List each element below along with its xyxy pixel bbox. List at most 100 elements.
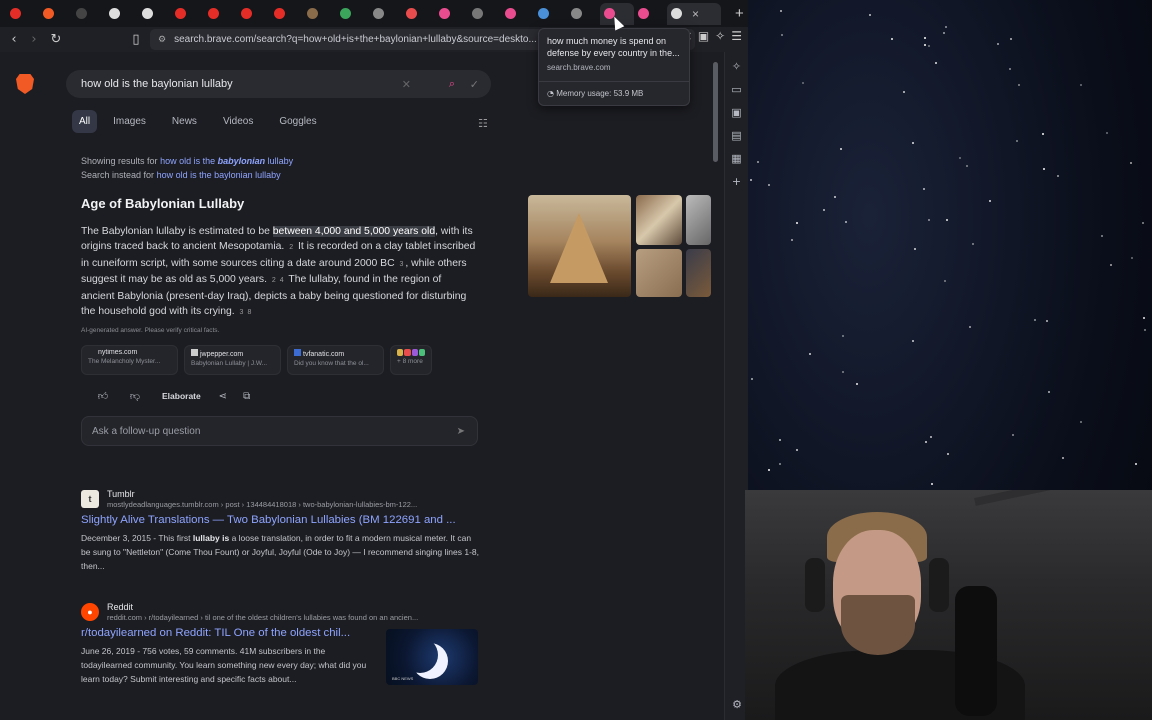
- instead-prefix: Search instead for: [81, 170, 155, 180]
- citation[interactable]: 2: [270, 277, 278, 284]
- corrected-query-link[interactable]: how old is the babylonian lullaby: [160, 156, 293, 166]
- image-result[interactable]: [636, 249, 682, 297]
- citation[interactable]: 8: [245, 309, 253, 316]
- brave-icon: [406, 8, 417, 19]
- source-card[interactable]: nytimes.com The Melancholy Myster...: [81, 345, 178, 375]
- star: [1009, 68, 1011, 70]
- leo-icon[interactable]: ✧: [715, 29, 725, 43]
- new-tab-icon[interactable]: +: [735, 5, 744, 22]
- bookmark-icon[interactable]: ▯: [126, 30, 146, 50]
- browser-tab[interactable]: [270, 3, 303, 25]
- tab-images[interactable]: Images: [103, 110, 156, 133]
- browser-tab[interactable]: [39, 3, 72, 25]
- back-icon[interactable]: ‹: [4, 30, 24, 50]
- add-panel-icon[interactable]: +: [730, 173, 744, 189]
- browser-tab[interactable]: [105, 3, 138, 25]
- wallet-icon[interactable]: ▣: [730, 104, 744, 120]
- bookmarks-icon[interactable]: ▤: [730, 127, 744, 143]
- maps-icon: [340, 8, 351, 19]
- browser-tab[interactable]: [204, 3, 237, 25]
- browser-tab[interactable]: [634, 3, 667, 25]
- brave-search-icon: [505, 8, 516, 19]
- tab-all[interactable]: All: [72, 110, 98, 133]
- browser-tab[interactable]: ×: [667, 2, 721, 25]
- elaborate-button[interactable]: Elaborate: [156, 388, 207, 404]
- check-icon[interactable]: ✓: [470, 78, 479, 91]
- reload-icon[interactable]: ↻: [46, 30, 66, 50]
- filter-settings-icon[interactable]: ☷: [478, 117, 488, 130]
- tab-videos[interactable]: Videos: [213, 110, 263, 133]
- source-card[interactable]: jwpepper.com Babylonian Lullaby | J.W...: [184, 345, 281, 375]
- wallet-icon[interactable]: ▣: [698, 29, 709, 43]
- browser-tab[interactable]: [369, 3, 402, 25]
- menu-icon[interactable]: ☰: [731, 29, 742, 43]
- close-tab-icon[interactable]: ×: [692, 7, 699, 21]
- more-sources-button[interactable]: + 8 more: [390, 345, 432, 375]
- browser-tab[interactable]: [402, 3, 435, 25]
- star: [768, 184, 770, 186]
- history-icon[interactable]: ▦: [730, 150, 744, 166]
- result-thumbnail[interactable]: BBC NEWS: [386, 629, 478, 685]
- browser-tab[interactable]: [303, 3, 336, 25]
- browser-tab[interactable]: [435, 3, 468, 25]
- citation[interactable]: 2: [287, 244, 295, 251]
- star: [930, 436, 932, 438]
- browser-tab[interactable]: [72, 3, 105, 25]
- result-url[interactable]: mostlydeadlanguages.tumblr.com › post › …: [107, 500, 477, 509]
- star: [842, 335, 844, 337]
- copy-icon[interactable]: ⧉: [239, 391, 255, 402]
- result-title[interactable]: Slightly Alive Translations — Two Babylo…: [81, 514, 481, 526]
- settings-gear-icon[interactable]: ⚙: [730, 696, 744, 712]
- scroll-thumb[interactable]: [713, 62, 718, 162]
- browser-tab[interactable]: [468, 3, 501, 25]
- brave-logo-icon[interactable]: [16, 74, 34, 94]
- forward-icon[interactable]: ›: [24, 30, 44, 50]
- browser-tab[interactable]: [534, 3, 567, 25]
- result-url[interactable]: reddit.com › r/todayilearned › til one o…: [107, 613, 477, 622]
- browser-tab[interactable]: [237, 3, 270, 25]
- result-title[interactable]: r/todayilearned on Reddit: TIL One of th…: [81, 627, 371, 639]
- reddit-icon: ●: [81, 603, 99, 621]
- browser-tab[interactable]: [567, 3, 600, 25]
- filter-tabs: All Images News Videos Goggles: [72, 110, 333, 133]
- original-query-link[interactable]: how old is the baylonian lullaby: [157, 170, 281, 180]
- star: [946, 219, 948, 221]
- star: [1012, 434, 1014, 436]
- tab-news[interactable]: News: [162, 110, 207, 133]
- clear-icon[interactable]: ✕: [402, 78, 411, 91]
- image-result[interactable]: [636, 195, 682, 245]
- search-icon[interactable]: ⌕: [449, 77, 455, 91]
- source-card[interactable]: tvfanatic.com Did you know that the ol..…: [287, 345, 384, 375]
- image-result[interactable]: [528, 195, 631, 297]
- leo-ai-icon[interactable]: ✧: [730, 58, 744, 74]
- hover-card-site: search.brave.com: [547, 63, 611, 72]
- browser-tab[interactable]: [336, 3, 369, 25]
- star: [903, 91, 905, 93]
- star: [842, 371, 844, 373]
- thumbs-down-icon[interactable]: 👎︎: [124, 390, 146, 402]
- thumbs-up-icon[interactable]: 👍︎: [92, 390, 114, 402]
- browser-tab[interactable]: [171, 3, 204, 25]
- star: [928, 45, 930, 47]
- star: [1142, 222, 1144, 224]
- star: [1042, 133, 1044, 135]
- send-icon[interactable]: ➤: [457, 426, 465, 437]
- search-input[interactable]: how old is the baylonian lullaby ✕ ⌕ ✓: [66, 70, 491, 98]
- page-scrollbar[interactable]: [711, 52, 719, 720]
- browser-tab[interactable]: [138, 3, 171, 25]
- image-result[interactable]: [686, 249, 711, 297]
- browser-tab[interactable]: [6, 3, 39, 25]
- wikipedia-icon: [142, 8, 153, 19]
- star: [924, 37, 926, 39]
- reading-list-icon[interactable]: ▭: [730, 81, 744, 97]
- headphones-left: [805, 558, 825, 612]
- star: [912, 142, 914, 144]
- site-info-icon[interactable]: ⚙: [158, 35, 166, 45]
- follow-up-input[interactable]: Ask a follow-up question ➤: [81, 416, 478, 446]
- citation[interactable]: 4: [278, 277, 286, 284]
- share-icon[interactable]: ⋖: [217, 391, 229, 402]
- browser-tab[interactable]: [501, 3, 534, 25]
- image-result[interactable]: [686, 195, 711, 245]
- tab-goggles[interactable]: Goggles: [269, 110, 326, 133]
- star: [1043, 168, 1045, 170]
